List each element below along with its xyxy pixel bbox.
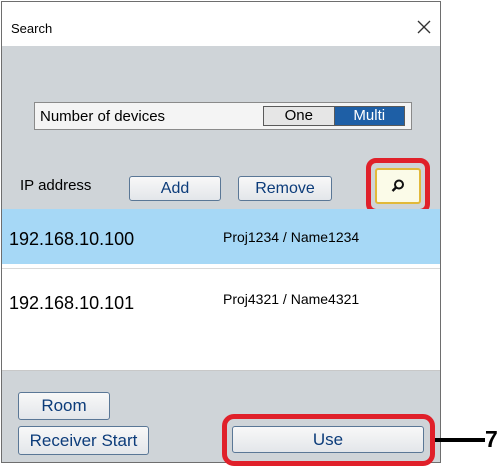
device-name: Proj1234 / Name1234 xyxy=(223,229,360,245)
device-ip: 192.168.10.100 xyxy=(9,229,135,249)
toggle-multi[interactable]: Multi xyxy=(334,107,404,125)
callout-line xyxy=(435,438,485,442)
close-icon xyxy=(417,20,431,34)
search-button[interactable] xyxy=(375,168,421,204)
callout-number: 7 xyxy=(485,426,498,452)
device-row[interactable]: 192.168.10.100 Proj1234 / Name1234 xyxy=(2,209,440,264)
device-name: Proj4321 / Name4321 xyxy=(223,291,360,307)
receiver-start-button[interactable]: Receiver Start xyxy=(18,426,149,455)
toggle-one[interactable]: One xyxy=(264,107,335,125)
number-of-devices-label: Number of devices xyxy=(40,108,166,125)
use-button[interactable]: Use xyxy=(232,426,424,453)
number-of-devices-box: Number of devices One Multi xyxy=(34,102,412,130)
device-row[interactable]: 192.168.10.101 Proj4321 / Name4321 xyxy=(2,268,440,323)
device-list: 192.168.10.100 Proj1234 / Name1234 192.1… xyxy=(2,209,440,371)
device-count-toggle: One Multi xyxy=(263,106,405,126)
magnifier-icon xyxy=(391,179,404,192)
room-button[interactable]: Room xyxy=(18,392,110,420)
device-ip: 192.168.10.101 xyxy=(9,293,135,313)
title-bar: Search xyxy=(2,2,440,46)
add-button[interactable]: Add xyxy=(129,176,221,201)
close-button[interactable] xyxy=(414,17,434,37)
ip-address-label: IP address xyxy=(20,177,92,194)
window-title: Search xyxy=(11,21,53,36)
remove-button[interactable]: Remove xyxy=(238,176,332,201)
